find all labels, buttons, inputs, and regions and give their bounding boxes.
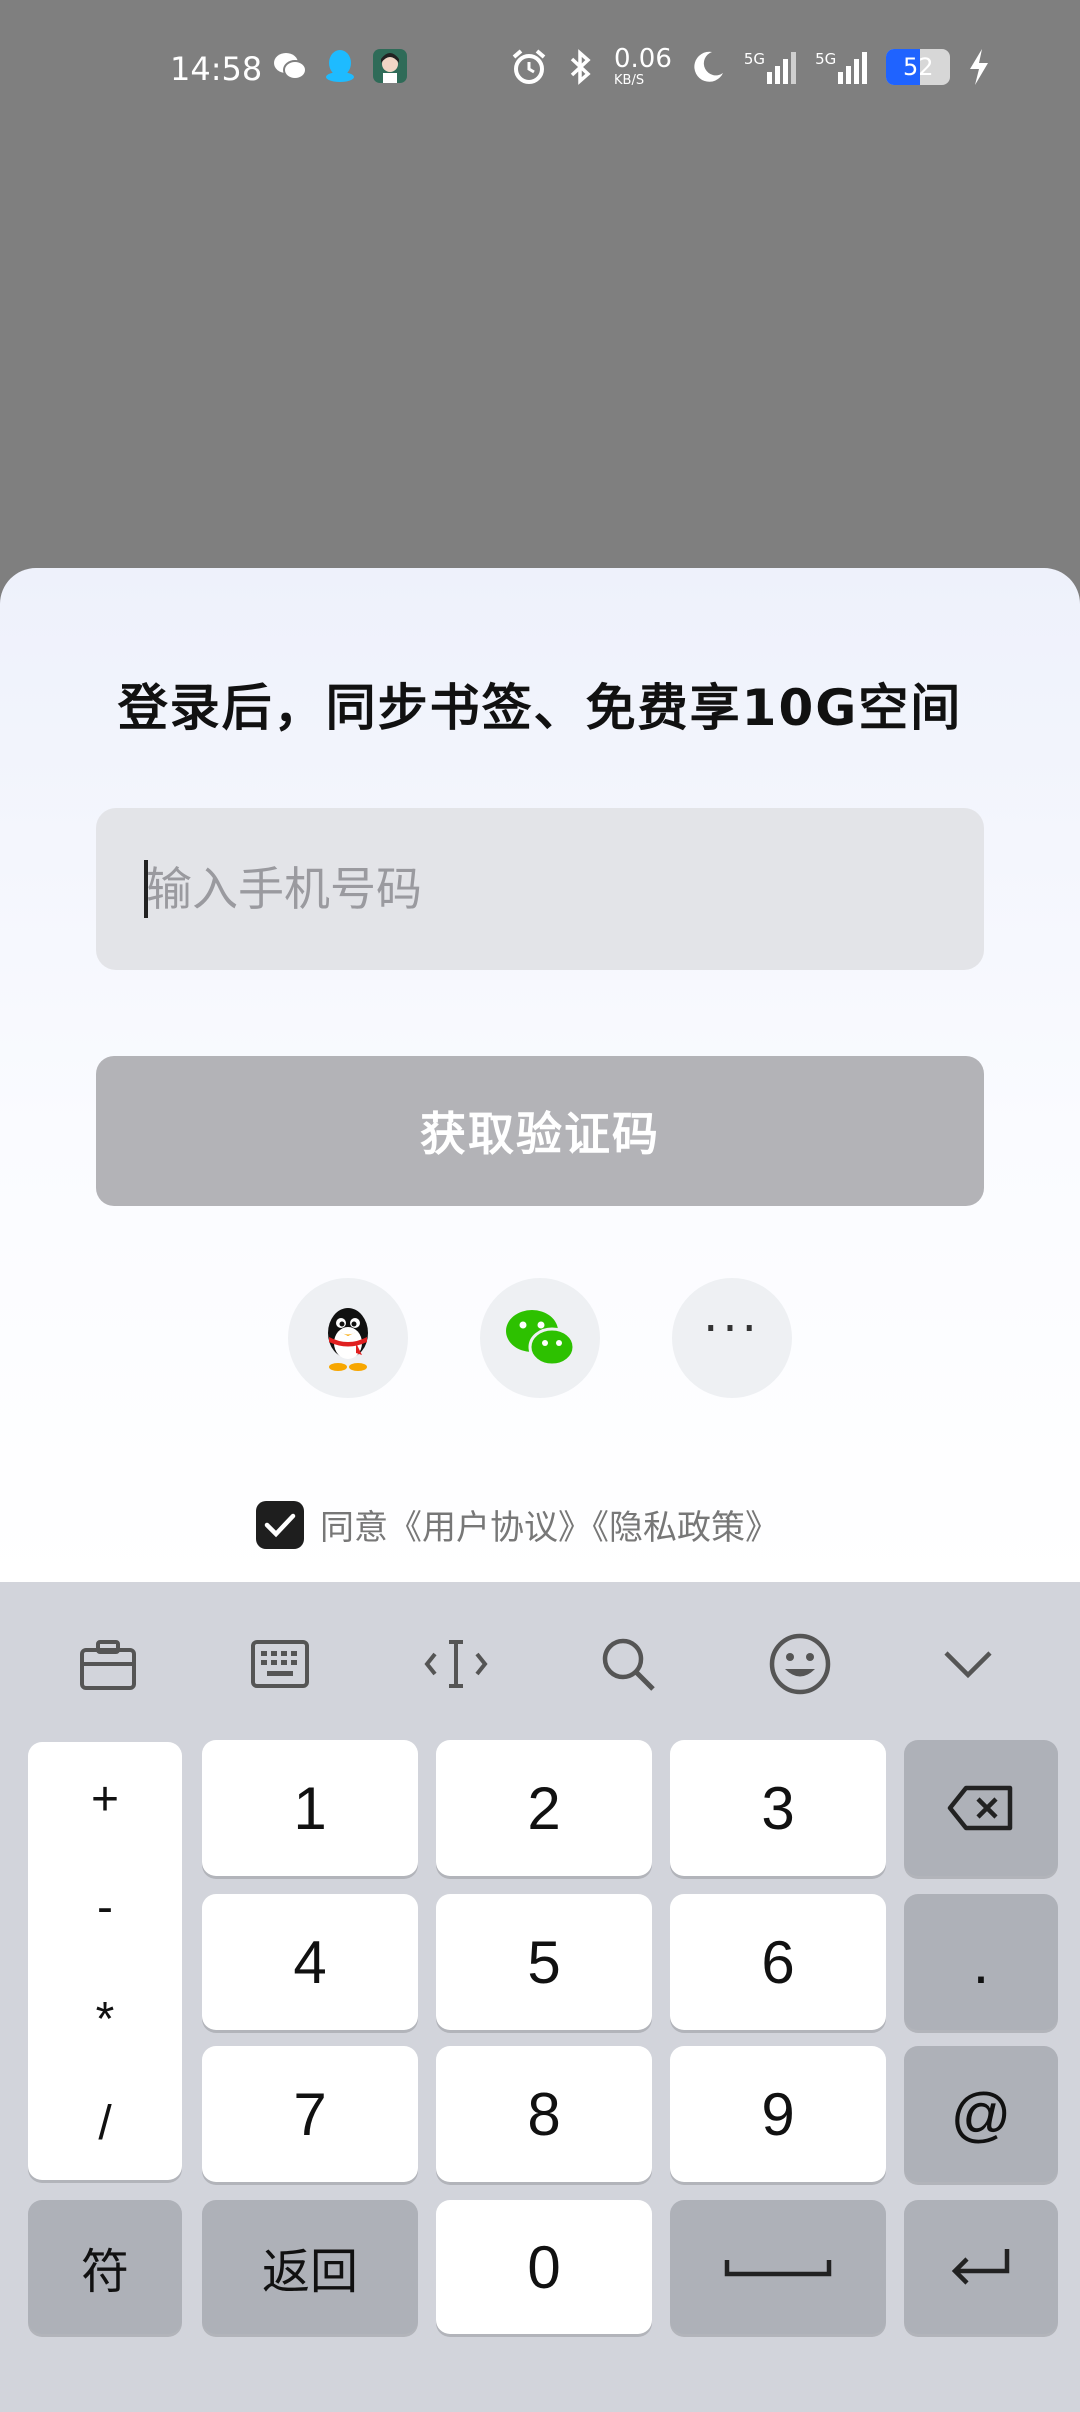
divide-key[interactable]: / [28, 2096, 182, 2151]
battery-indicator: 52 [886, 48, 951, 85]
network-type-2: 5G [815, 49, 837, 68]
agreement-checkbox[interactable] [256, 1500, 304, 1549]
wechat-login-button[interactable] [480, 1278, 600, 1398]
key-6[interactable]: 6 [670, 1894, 886, 2030]
clipboard-icon[interactable] [74, 1630, 142, 1698]
navigation-bar [0, 2392, 1080, 2412]
enter-icon [951, 2249, 1010, 2285]
bluetooth-icon [570, 48, 591, 85]
avatar-app-icon [372, 48, 408, 84]
multiply-key[interactable]: * [28, 1992, 182, 2047]
at-key[interactable]: @ [904, 2046, 1058, 2182]
wechat-notification-icon [272, 48, 308, 84]
status-indicators: 0.06 KB/S 5G 5G 52 [510, 46, 990, 87]
plus-key[interactable]: + [28, 1772, 182, 1827]
speed-unit: KB/S [614, 73, 645, 88]
network-type-1: 5G [743, 49, 766, 68]
more-login-options-button[interactable]: ··· [672, 1278, 792, 1398]
get-verification-code-button[interactable]: 获取验证码 [96, 1056, 984, 1206]
signal-1: 5G [744, 50, 797, 84]
signal-2: 5G [815, 50, 868, 84]
key-4[interactable]: 4 [202, 1894, 418, 2030]
login-sheet: 登录后，同步书签、免费享10G空间 获取验证码 ··· [0, 568, 1080, 1588]
battery-level: 52 [902, 52, 934, 81]
numeric-keyboard: + - * / 1 2 3 4 5 6 7 8 9 . @ 符 返回 0 [0, 1582, 1080, 2412]
keyboard-toolbar [0, 1582, 1080, 1737]
check-icon [264, 1513, 296, 1537]
notification-icons [272, 48, 408, 84]
key-3[interactable]: 3 [670, 1740, 886, 1876]
text-cursor [144, 860, 148, 918]
back-key[interactable]: 返回 [202, 2200, 418, 2334]
dot-key[interactable]: . [904, 1894, 1058, 2030]
qq-penguin-icon [328, 1308, 368, 1371]
alarm-icon [512, 48, 546, 84]
enter-key[interactable] [904, 2200, 1058, 2334]
key-0[interactable]: 0 [436, 2200, 652, 2334]
qq-login-button[interactable] [288, 1278, 408, 1398]
backspace-icon [947, 1785, 1013, 1831]
qq-notification-icon [322, 48, 358, 84]
key-5[interactable]: 5 [436, 1894, 652, 2030]
login-headline: 登录后，同步书签、免费享10G空间 [117, 679, 963, 737]
key-7[interactable]: 7 [202, 2046, 418, 2182]
symbol-column-key[interactable]: + - * / [28, 1742, 182, 2180]
more-dots-icon: ··· [703, 1301, 761, 1357]
phone-number-input[interactable] [96, 808, 984, 970]
moon-icon [694, 51, 723, 82]
speed-value: 0.06 [614, 44, 672, 74]
keyboard-icon[interactable] [246, 1630, 314, 1698]
space-bar-icon [724, 2260, 832, 2277]
status-time: 14:58 [170, 50, 263, 88]
text-cursor-icon[interactable] [422, 1630, 490, 1698]
key-1[interactable]: 1 [202, 1740, 418, 1876]
status-bar: 14:58 0.06 KB/S 5G 5G 52 [0, 0, 1080, 140]
key-9[interactable]: 9 [670, 2046, 886, 2182]
signal-bars-icon [838, 51, 868, 84]
backspace-key[interactable] [904, 1740, 1058, 1876]
collapse-keyboard-icon[interactable] [934, 1630, 1002, 1698]
key-2[interactable]: 2 [436, 1740, 652, 1876]
agreement-text[interactable]: 同意《用户协议》《隐私政策》 [320, 1500, 779, 1549]
signal-bars-icon [767, 51, 797, 84]
search-icon[interactable] [594, 1630, 662, 1698]
emoji-icon[interactable] [766, 1630, 834, 1698]
wechat-icon [506, 1310, 576, 1367]
network-speed: 0.06 KB/S [614, 46, 672, 87]
space-key[interactable] [670, 2200, 886, 2334]
agreement-row: 同意《用户协议》《隐私政策》 [256, 1500, 779, 1549]
symbols-key[interactable]: 符 [28, 2200, 182, 2334]
key-8[interactable]: 8 [436, 2046, 652, 2182]
charging-icon [970, 48, 989, 85]
minus-key[interactable]: - [28, 1880, 182, 1935]
